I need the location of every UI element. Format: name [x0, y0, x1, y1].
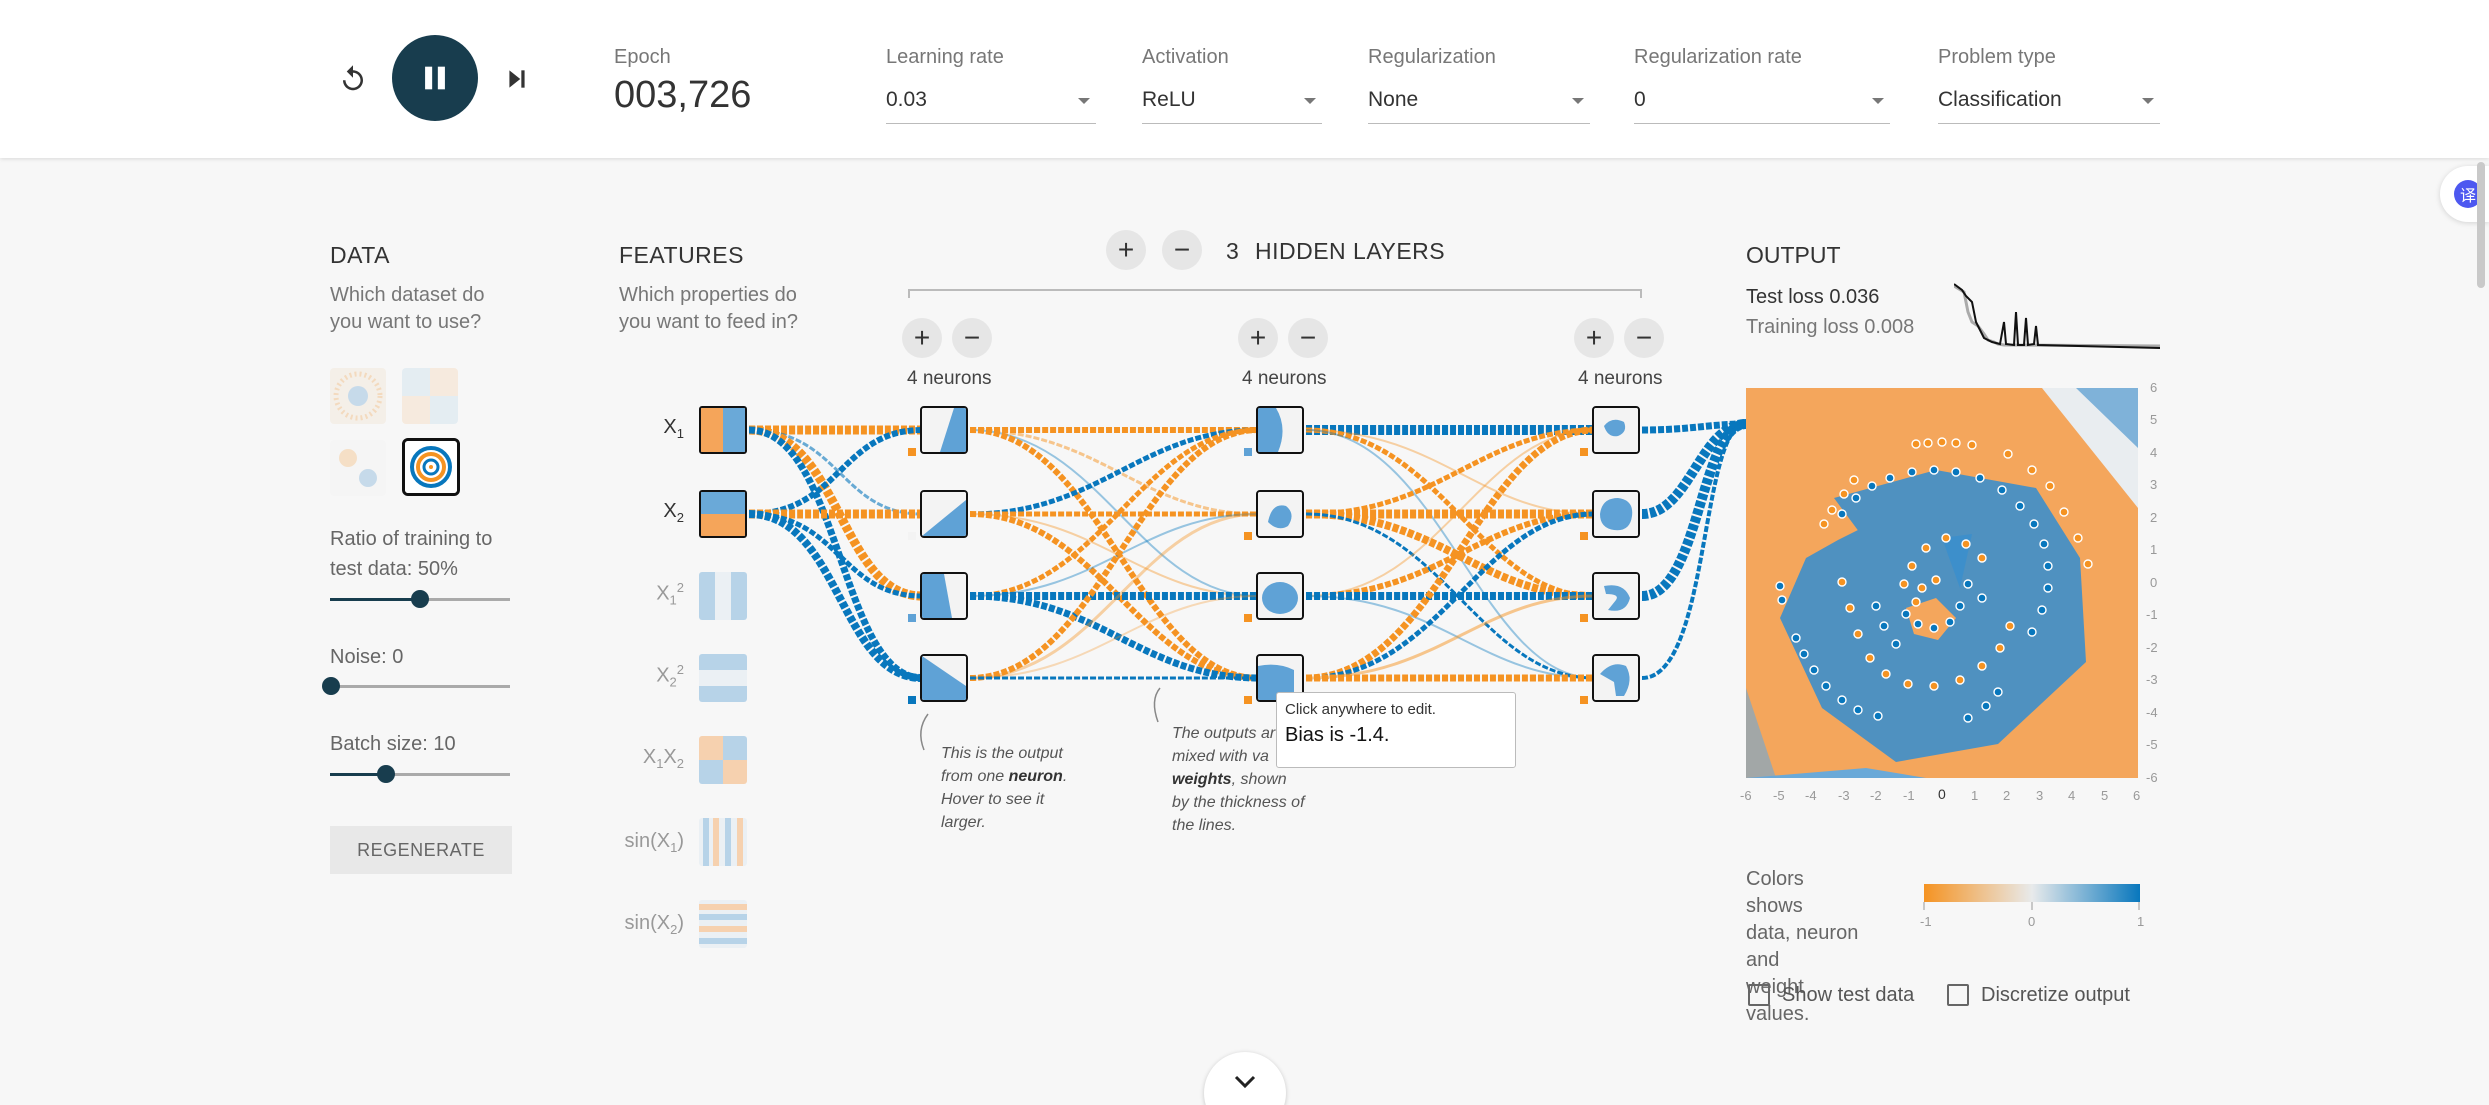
- y-tick: 5: [2150, 412, 2158, 427]
- neuron-layer-2-2[interactable]: [1256, 490, 1304, 538]
- bias-mark[interactable]: [1580, 614, 1588, 622]
- y-tick: 4: [2150, 445, 2158, 460]
- neuron-layer-1-3[interactable]: [920, 572, 968, 620]
- y-tick: -6: [2146, 770, 2158, 785]
- bias-mark[interactable]: [1580, 696, 1588, 704]
- bias-mark[interactable]: [908, 614, 916, 622]
- neuron-layer-1-2[interactable]: [920, 490, 968, 538]
- show-test-data-label: Show test data: [1782, 984, 1915, 1006]
- link-h1-1-h2-4: [969, 427, 1259, 681]
- show-test-data-checkbox[interactable]: [1748, 984, 1770, 1006]
- discretize-output-label: Discretize output: [1981, 984, 2130, 1006]
- y-tick: 2: [2150, 510, 2158, 525]
- color-scale-bar: [1923, 884, 2140, 910]
- neuron-note: This is the output from one neuron. Hove…: [941, 745, 1068, 831]
- x-tick: -3: [1838, 788, 1850, 803]
- chevron-down-icon: [1234, 1075, 1256, 1089]
- neuron-layer-1-4[interactable]: [920, 654, 968, 702]
- y-tick: -4: [2146, 705, 2158, 720]
- link-h1-2-h2-3: [969, 513, 1259, 597]
- link-h2-2-h3-3: [1305, 510, 1595, 600]
- y-tick: -2: [2146, 640, 2158, 655]
- tooltip-hint: Click anywhere to edit.: [1285, 701, 1436, 718]
- bias-mark[interactable]: [1244, 532, 1252, 540]
- x-tick: 5: [2101, 788, 2109, 803]
- x-tick: 1: [1971, 788, 1979, 803]
- neuron-layer-2-1[interactable]: [1256, 406, 1304, 454]
- x-tick: -2: [1870, 788, 1882, 803]
- neuron-layer-3-4[interactable]: [1592, 654, 1640, 702]
- test-loss: Test loss 0.036: [1746, 286, 1880, 308]
- bias-tooltip[interactable]: Click anywhere to edit. Bias is -1.4.: [1276, 692, 1516, 768]
- x-tick: 2: [2003, 788, 2011, 803]
- x-tick: 6: [2133, 788, 2141, 803]
- neuron-layer-3-3[interactable]: [1592, 572, 1640, 620]
- bias-mark[interactable]: [1580, 448, 1588, 456]
- y-tick: 0: [2150, 575, 2158, 590]
- x-tick: 3: [2036, 788, 2044, 803]
- bias-mark[interactable]: [908, 448, 916, 456]
- bias-mark[interactable]: [908, 696, 916, 704]
- y-tick: -5: [2146, 737, 2158, 752]
- bias-mark[interactable]: [1580, 532, 1588, 540]
- link-h2-2-h3-1: [1305, 427, 1595, 517]
- tooltip-text: Bias is -1.4.: [1285, 724, 1390, 746]
- training-loss: Training loss 0.008: [1746, 316, 1915, 338]
- neuron-layer-3-1[interactable]: [1592, 406, 1640, 454]
- x-tick: 4: [2068, 788, 2076, 803]
- loss-chart: [1954, 283, 2160, 349]
- y-tick: 6: [2150, 380, 2158, 395]
- discretize-output-checkbox[interactable]: [1947, 984, 1969, 1006]
- output-heatmap: [1746, 388, 2138, 778]
- x-tick: -5: [1773, 788, 1785, 803]
- x-tick: -6: [1740, 788, 1752, 803]
- link-h2-3-h3-2: [1305, 511, 1595, 599]
- bias-mark[interactable]: [908, 532, 916, 540]
- bias-mark[interactable]: [1244, 696, 1252, 704]
- neuron-layer-3-2[interactable]: [1592, 490, 1640, 538]
- y-tick: -1: [2146, 607, 2158, 622]
- x-tick: -4: [1805, 788, 1817, 803]
- legend-tick: -1: [1920, 914, 1932, 929]
- link-h2-1-h3-2: [1305, 429, 1595, 515]
- link-h1-4-h2-1: [969, 427, 1259, 681]
- bias-mark[interactable]: [1244, 614, 1252, 622]
- x-tick: -1: [1903, 788, 1915, 803]
- output-title: OUTPUT: [1746, 242, 1841, 268]
- y-tick: 1: [2150, 542, 2158, 557]
- bias-mark[interactable]: [1244, 448, 1252, 456]
- y-tick: -3: [2146, 672, 2158, 687]
- x-tick: 0: [1938, 786, 1946, 802]
- neuron-layer-2-3[interactable]: [1256, 572, 1304, 620]
- legend-tick: 1: [2137, 914, 2145, 929]
- link-h1-3-h2-2: [969, 513, 1259, 597]
- neuron-layer-1-1[interactable]: [920, 406, 968, 454]
- legend-tick: 0: [2028, 914, 2036, 929]
- y-tick: 3: [2150, 477, 2158, 492]
